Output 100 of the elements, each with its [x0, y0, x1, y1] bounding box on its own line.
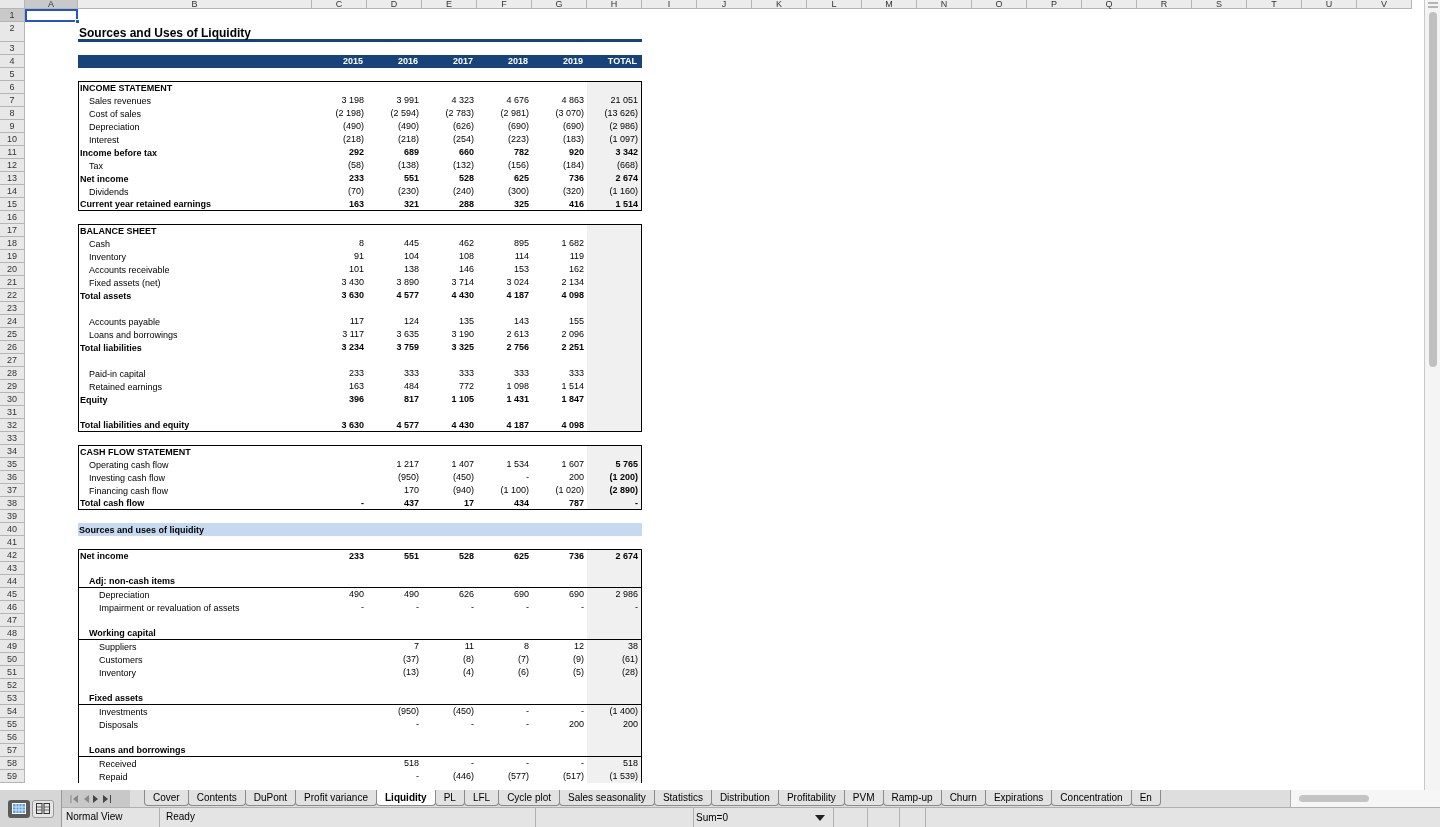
column-header[interactable]: D	[367, 0, 422, 9]
next-sheet-icon[interactable]	[93, 794, 99, 803]
row-header[interactable]: 11	[0, 146, 25, 159]
row-header[interactable]: 39	[0, 510, 25, 523]
column-header[interactable]: B	[78, 0, 312, 9]
column-header[interactable]: Q	[1082, 0, 1137, 9]
vertical-scrollbar[interactable]	[1424, 0, 1440, 790]
row-header[interactable]: 53	[0, 692, 25, 705]
sheet-tab[interactable]: En	[1130, 790, 1161, 806]
row-header[interactable]: 50	[0, 653, 25, 666]
column-header[interactable]: J	[697, 0, 752, 9]
row-header[interactable]: 15	[0, 198, 25, 211]
sheet-tab[interactable]: Sales seasonality	[559, 790, 655, 806]
row-header[interactable]: 14	[0, 185, 25, 198]
row-header[interactable]: 49	[0, 640, 25, 653]
column-header[interactable]: F	[477, 0, 532, 9]
row-header[interactable]: 51	[0, 666, 25, 679]
column-header[interactable]: O	[972, 0, 1027, 9]
column-header[interactable]: U	[1302, 0, 1357, 9]
column-header[interactable]: S	[1192, 0, 1247, 9]
row-header[interactable]: 44	[0, 575, 25, 588]
sheet-tab[interactable]: Distribution	[710, 790, 779, 806]
column-header[interactable]: V	[1357, 0, 1412, 9]
sum-dropdown[interactable]: Sum=0	[694, 808, 834, 827]
row-header[interactable]: 34	[0, 445, 25, 458]
sheet-tab[interactable]: Profitability	[777, 790, 845, 806]
row-header[interactable]: 48	[0, 627, 25, 640]
sheet-tab[interactable]: Cycle plot	[498, 790, 561, 806]
sheet-tab[interactable]: PL	[434, 790, 465, 806]
column-header[interactable]: G	[532, 0, 587, 9]
row-header[interactable]: 26	[0, 341, 25, 354]
row-header[interactable]: 12	[0, 159, 25, 172]
row-header[interactable]: 16	[0, 211, 25, 224]
row-header[interactable]: 21	[0, 276, 25, 289]
row-header[interactable]: 24	[0, 315, 25, 328]
horizontal-scrollbar[interactable]	[1290, 790, 1440, 807]
column-header[interactable]: E	[422, 0, 477, 9]
row-header[interactable]: 4	[0, 55, 25, 68]
row-header[interactable]: 5	[0, 68, 25, 81]
row-header[interactable]: 10	[0, 133, 25, 146]
row-header[interactable]: 45	[0, 588, 25, 601]
row-header[interactable]: 37	[0, 484, 25, 497]
row-header[interactable]: 9	[0, 120, 25, 133]
row-header[interactable]: 56	[0, 731, 25, 744]
row-header[interactable]: 58	[0, 757, 25, 770]
row-header[interactable]: 18	[0, 237, 25, 250]
row-header[interactable]: 52	[0, 679, 25, 692]
select-all-corner[interactable]	[0, 0, 25, 9]
column-header[interactable]: N	[917, 0, 972, 9]
row-header[interactable]: 46	[0, 601, 25, 614]
row-header[interactable]: 36	[0, 471, 25, 484]
row-header[interactable]: 54	[0, 705, 25, 718]
sheet-tab[interactable]: Profit variance	[295, 790, 377, 806]
row-header[interactable]: 42	[0, 549, 25, 562]
column-header[interactable]: I	[642, 0, 697, 9]
normal-view-button[interactable]	[7, 799, 30, 818]
sheet-tab[interactable]: Liquidity	[376, 790, 436, 806]
row-header[interactable]: 47	[0, 614, 25, 627]
column-header[interactable]: K	[752, 0, 807, 9]
column-header[interactable]: R	[1137, 0, 1192, 9]
scrollbar-thumb[interactable]	[1299, 795, 1369, 802]
row-header[interactable]: 32	[0, 419, 25, 432]
column-header[interactable]: M	[862, 0, 917, 9]
row-header[interactable]: 8	[0, 107, 25, 120]
row-header[interactable]: 30	[0, 393, 25, 406]
sheet-tab[interactable]: PVM	[843, 790, 884, 806]
row-header[interactable]: 28	[0, 367, 25, 380]
column-header[interactable]: L	[807, 0, 862, 9]
sheet-tab[interactable]: DuPont	[244, 790, 297, 806]
split-handle-icon[interactable]	[1427, 2, 1438, 8]
sheet-tab[interactable]: Statistics	[653, 790, 712, 806]
row-header[interactable]: 43	[0, 562, 25, 575]
row-header[interactable]: 23	[0, 302, 25, 315]
scrollbar-thumb[interactable]	[1428, 12, 1437, 367]
row-header[interactable]: 55	[0, 718, 25, 731]
row-header[interactable]: 31	[0, 406, 25, 419]
row-header[interactable]: 1	[0, 9, 25, 22]
row-header[interactable]: 38	[0, 497, 25, 510]
row-header[interactable]: 22	[0, 289, 25, 302]
sheet-tab[interactable]: Cover	[144, 790, 189, 806]
row-header[interactable]: 35	[0, 458, 25, 471]
column-header[interactable]: C	[312, 0, 367, 9]
sheet-tab[interactable]: Expirations	[984, 790, 1053, 806]
row-header[interactable]: 2	[0, 22, 25, 42]
row-header[interactable]: 33	[0, 432, 25, 445]
row-header[interactable]: 25	[0, 328, 25, 341]
row-header[interactable]: 17	[0, 224, 25, 237]
page-layout-button[interactable]	[31, 799, 54, 818]
first-sheet-icon[interactable]	[70, 794, 79, 803]
row-header[interactable]: 27	[0, 354, 25, 367]
row-header[interactable]: 6	[0, 81, 25, 94]
sheet-tab[interactable]: Churn	[940, 790, 986, 806]
sheet-tab[interactable]: Contents	[187, 790, 246, 806]
row-header[interactable]: 20	[0, 263, 25, 276]
column-header[interactable]: P	[1027, 0, 1082, 9]
row-header[interactable]: 19	[0, 250, 25, 263]
row-header[interactable]: 59	[0, 770, 25, 783]
row-header[interactable]: 13	[0, 172, 25, 185]
sheet-tab[interactable]: Ramp-up	[882, 790, 942, 806]
row-header[interactable]: 57	[0, 744, 25, 757]
